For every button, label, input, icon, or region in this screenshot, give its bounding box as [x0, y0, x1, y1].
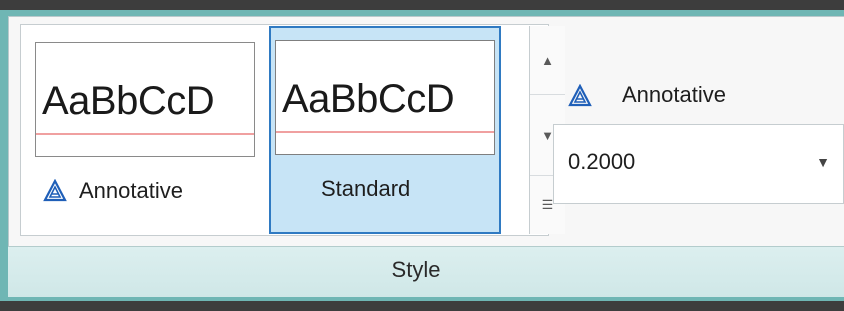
- gallery-item-label: Annotative: [79, 178, 183, 203]
- dropdown-arrow-button[interactable]: ▼: [809, 147, 837, 177]
- baseline-guide: [276, 131, 494, 133]
- chevron-down-icon: ▼: [541, 127, 554, 143]
- chevron-up-icon: ▲: [541, 52, 554, 68]
- text-height-value[interactable]: 0.2000: [568, 149, 635, 175]
- gallery-item-standard[interactable]: AaBbCcD Standard: [269, 26, 501, 234]
- chevron-down-icon: ▼: [816, 154, 830, 170]
- text-height-combo[interactable]: 0.2000 ▼: [553, 124, 844, 204]
- scroll-up-button[interactable]: ▲: [530, 26, 565, 95]
- style-preview: AaBbCcD: [35, 42, 255, 157]
- gallery-item-annotative[interactable]: AaBbCcD Annotative: [29, 26, 261, 234]
- gallery-item-label: Standard: [321, 176, 411, 201]
- style-preview: AaBbCcD: [275, 40, 495, 155]
- panel-title: Style: [391, 257, 441, 282]
- current-style-label: Annotative: [622, 82, 726, 107]
- text-style-gallery: AaBbCcD Annotative AaBbCcD Standard ▲ ▼ …: [20, 24, 565, 236]
- expand-more-icon: ☰: [541, 197, 554, 212]
- bottom-border: [0, 301, 844, 311]
- annotative-icon: [43, 179, 67, 202]
- baseline-guide: [36, 133, 254, 135]
- preview-text: AaBbCcD: [42, 79, 215, 123]
- panel-title-bar[interactable]: Style: [8, 246, 844, 297]
- annotative-icon: [568, 84, 592, 107]
- preview-text: AaBbCcD: [282, 77, 455, 121]
